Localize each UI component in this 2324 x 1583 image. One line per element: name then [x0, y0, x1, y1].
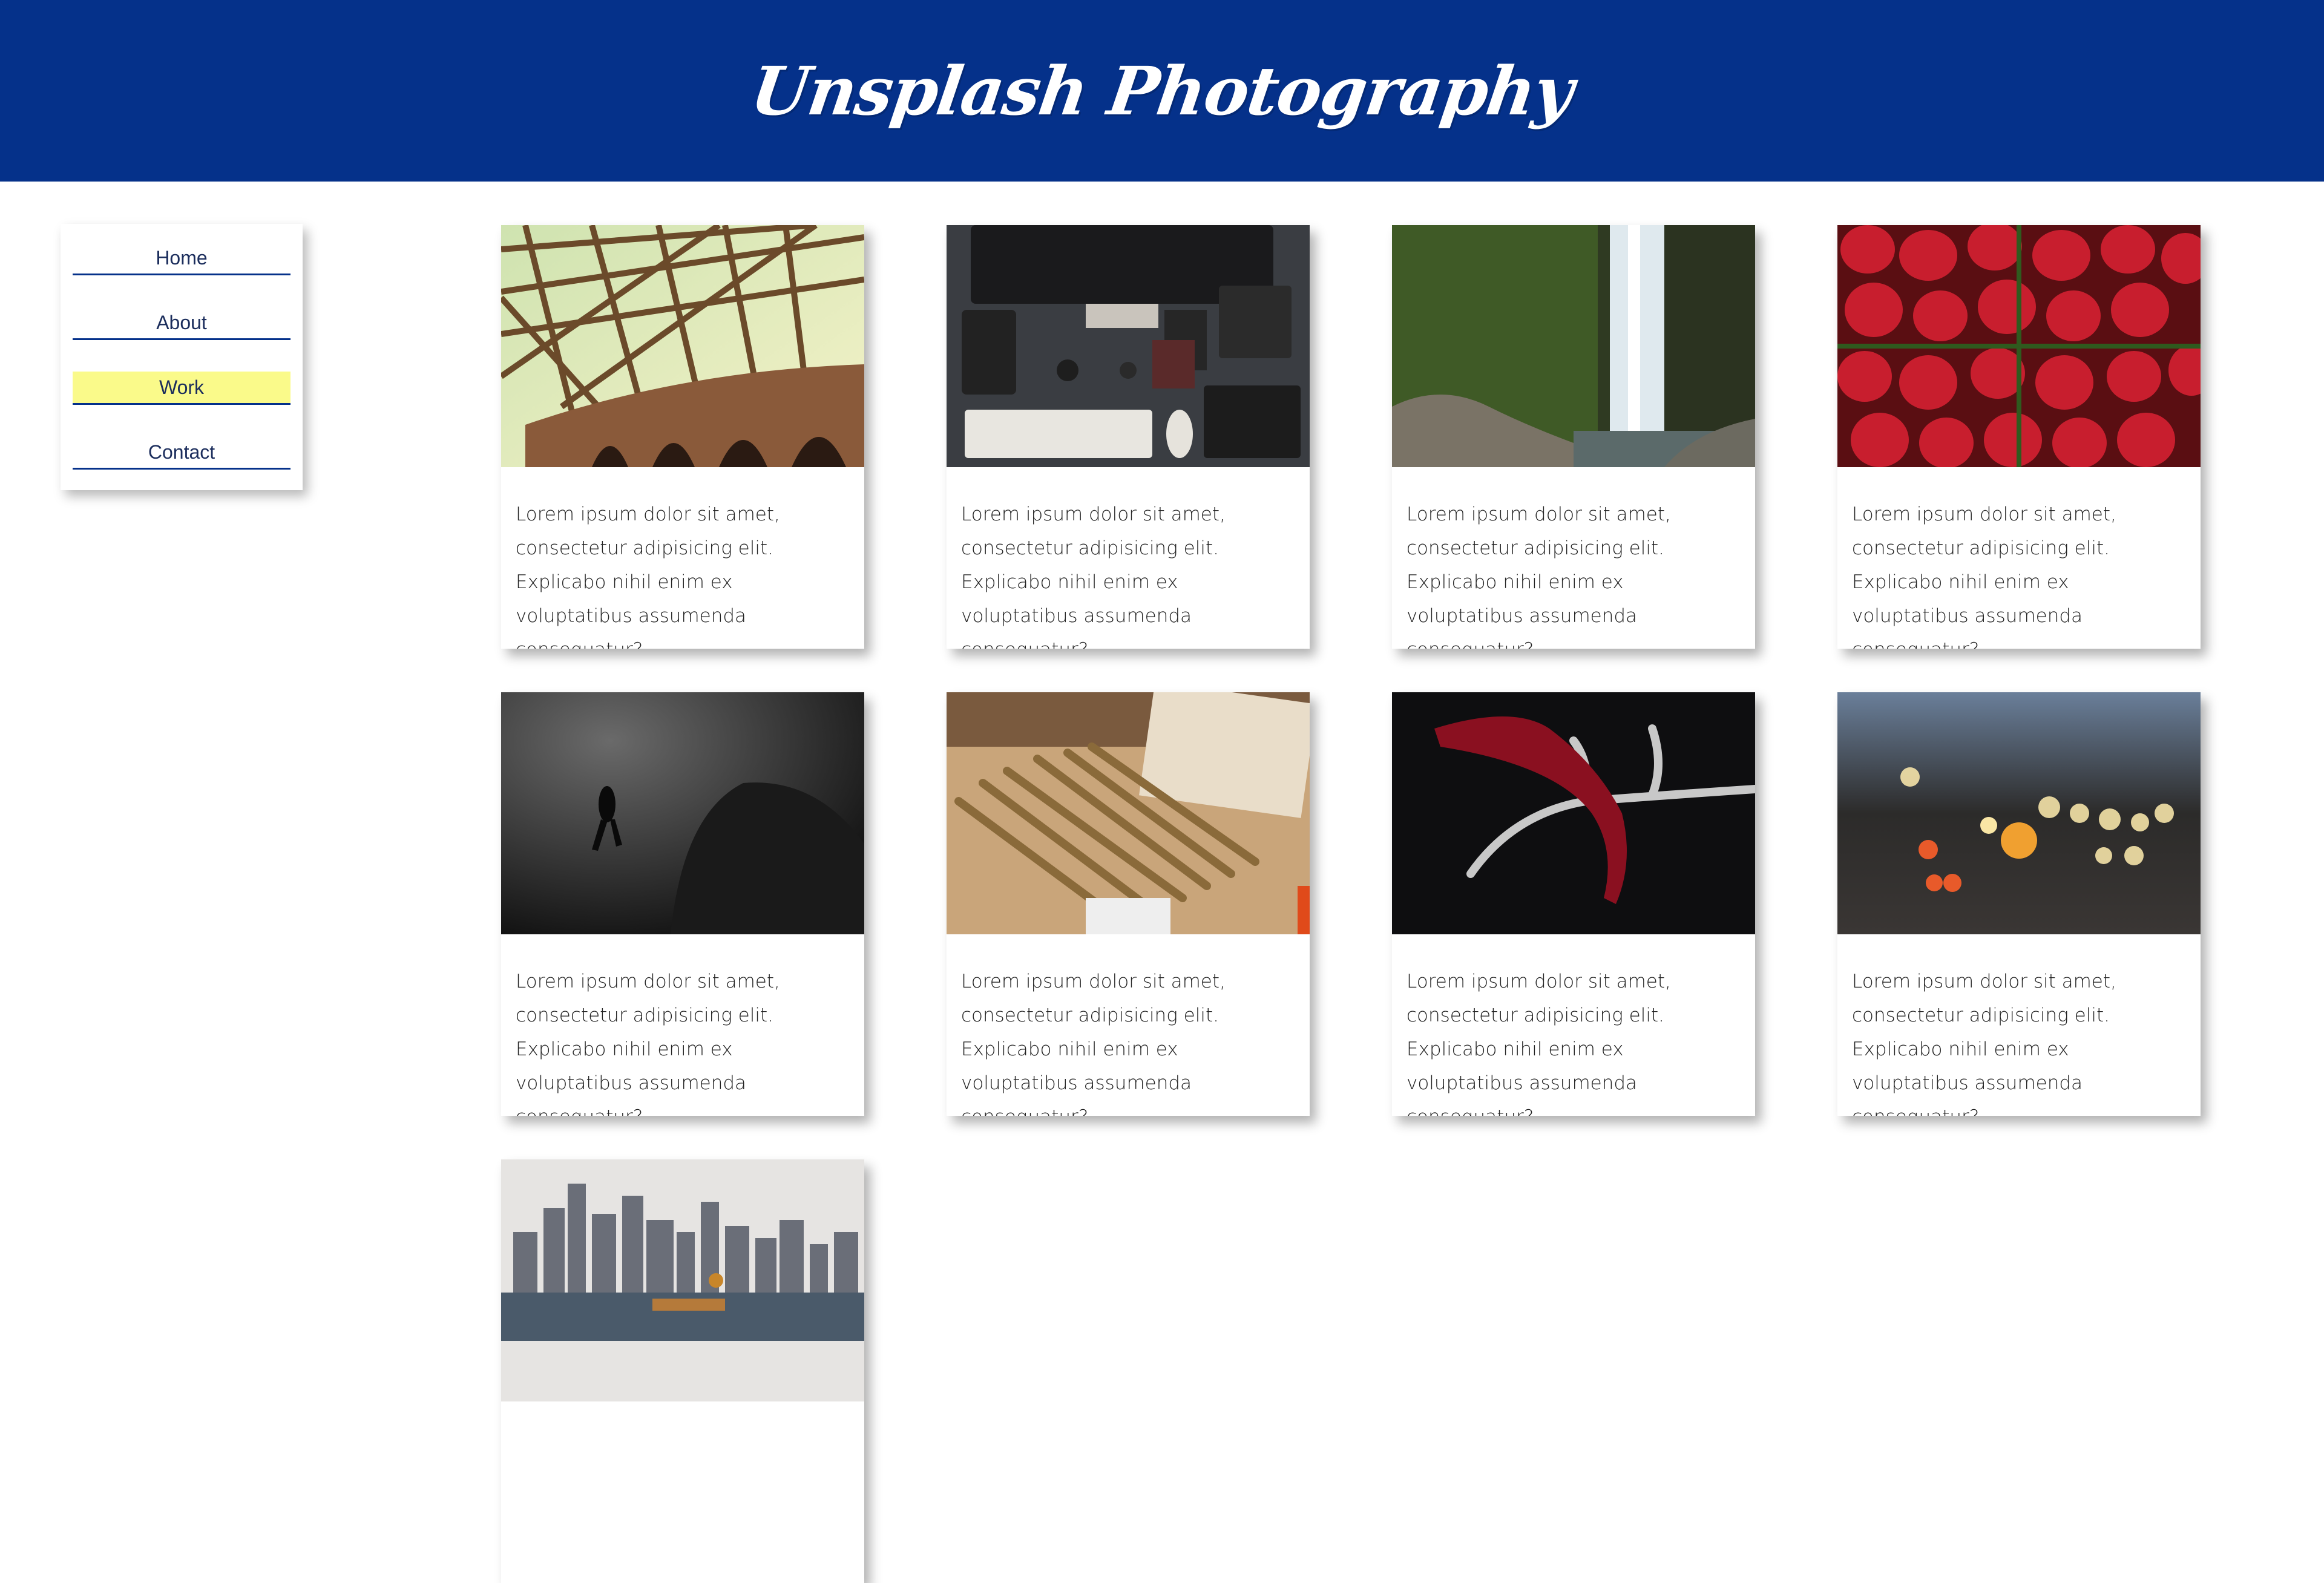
nav-item-label: Work: [73, 372, 290, 403]
nav-item-contact[interactable]: Contact: [73, 436, 290, 470]
desk-setup-photo: [947, 225, 1310, 467]
gallery-card[interactable]: Lorem ipsum dolor sit amet, consectetur …: [947, 692, 1310, 1116]
gallery-card[interactable]: Lorem ipsum dolor sit amet, consectetur …: [1392, 225, 1755, 649]
waterfall-photo: [1392, 225, 1755, 467]
card-description: Lorem ipsum dolor sit amet, consectetur …: [1407, 971, 1671, 1116]
nav-item-about[interactable]: About: [73, 307, 290, 340]
bokeh-street-photo: [1837, 692, 2201, 934]
bridge-photo: [501, 225, 864, 467]
strawberries-photo: [1837, 225, 2201, 467]
gallery-card[interactable]: Lorem ipsum dolor sit amet, consectetur …: [1392, 692, 1755, 1116]
nav-item-home[interactable]: Home: [73, 242, 290, 275]
gallery-card[interactable]: Lorem ipsum dolor sit amet, consectetur …: [947, 225, 1310, 649]
antler-photo: [1392, 692, 1755, 934]
diver-photo: [501, 692, 864, 934]
gallery-card[interactable]: [501, 1159, 864, 1583]
nav-item-label: Home: [156, 247, 208, 269]
card-description: Lorem ipsum dolor sit amet, consectetur …: [1852, 503, 2116, 649]
nav-item-work[interactable]: Work: [73, 372, 290, 405]
side-nav: Home About Work Contact: [61, 224, 303, 490]
card-description: Lorem ipsum dolor sit amet, consectetur …: [516, 503, 780, 649]
site-header: Unsplash Photography: [0, 0, 2324, 182]
gallery-card[interactable]: Lorem ipsum dolor sit amet, consectetur …: [1837, 225, 2201, 649]
gallery-card[interactable]: Lorem ipsum dolor sit amet, consectetur …: [501, 225, 864, 649]
card-description: Lorem ipsum dolor sit amet, consectetur …: [961, 971, 1226, 1116]
gallery-card[interactable]: Lorem ipsum dolor sit amet, consectetur …: [501, 692, 864, 1116]
city-skyline-photo: [501, 1159, 864, 1401]
card-description: Lorem ipsum dolor sit amet, consectetur …: [516, 971, 780, 1116]
pencils-photo: [947, 692, 1310, 934]
gallery-card[interactable]: Lorem ipsum dolor sit amet, consectetur …: [1837, 692, 2201, 1116]
site-title: Unsplash Photography: [746, 51, 1578, 130]
card-description: Lorem ipsum dolor sit amet, consectetur …: [1407, 503, 1671, 649]
card-description: Lorem ipsum dolor sit amet, consectetur …: [961, 503, 1226, 649]
card-description: Lorem ipsum dolor sit amet, consectetur …: [1852, 971, 2116, 1116]
nav-item-label: Contact: [148, 441, 215, 463]
nav-item-label: About: [156, 312, 207, 333]
